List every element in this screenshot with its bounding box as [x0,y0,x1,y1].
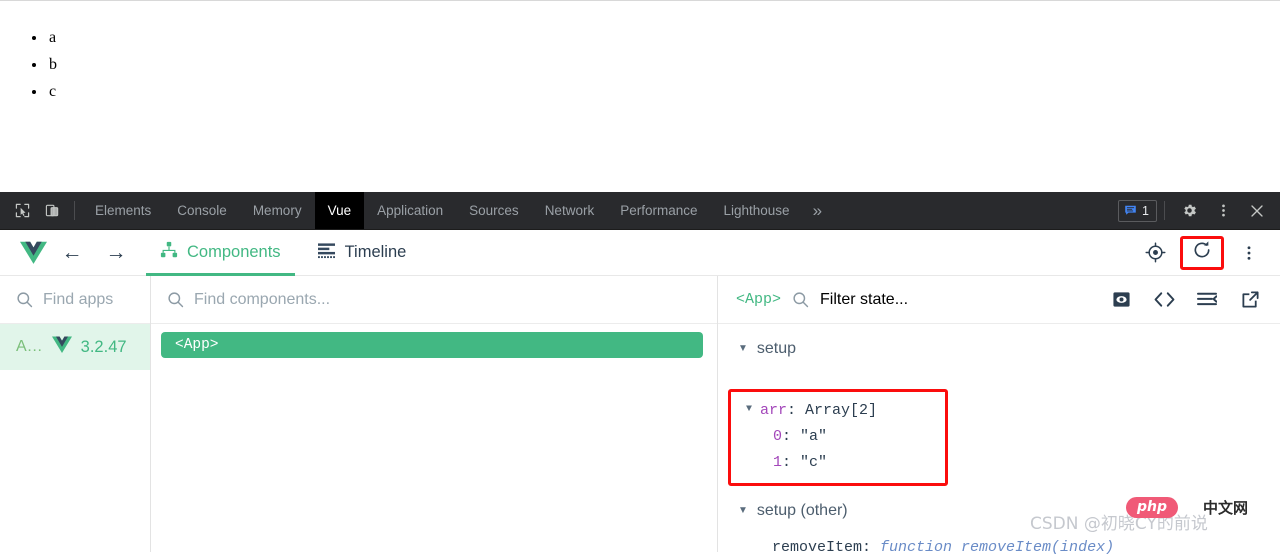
refresh-button-highlight[interactable] [1180,235,1224,270]
state-row-separator: : [862,538,881,556]
external-link-icon[interactable] [1234,284,1266,316]
timeline-icon [317,242,336,264]
vue-devtools-header: ← → Components Timeline [0,230,1280,276]
state-group-setup-other-wrap: ▼ setup (other) removeItem : function re… [718,496,1280,560]
code-brackets-icon[interactable] [1148,284,1180,316]
chevron-down-icon: ▼ [746,404,753,415]
state-row-value: Array[2] [805,401,878,419]
state-group-setup[interactable]: ▼ setup [718,334,1280,364]
devtools-tab-memory[interactable]: Memory [240,192,315,229]
state-row[interactable]: 0 : "a" [746,423,1280,449]
search-icon [16,291,33,308]
devtools-tab-lighthouse[interactable]: Lighthouse [711,192,803,229]
state-row-value: "a" [800,427,828,445]
crosshair-target-icon[interactable] [1136,234,1174,272]
back-arrow-icon[interactable]: ← [50,241,94,265]
state-row-key: arr [760,401,788,419]
state-group-setup-other-label: setup (other) [756,502,848,519]
devtools-tab-console[interactable]: Console [164,192,240,229]
devtools-tab-vue[interactable]: Vue [314,192,365,229]
page-viewport: a b c [0,0,1280,192]
component-tree-node-app[interactable]: <App> [161,332,703,358]
apps-pane: Find apps A… 3.2.47 [0,276,151,552]
tab-timeline[interactable]: Timeline [303,230,421,276]
close-icon[interactable] [1240,192,1274,229]
devtools-tab-sources[interactable]: Sources [456,192,532,229]
devtools-tab-application[interactable]: Application [364,192,456,229]
devtools-tab-elements[interactable]: Elements [82,192,164,229]
list-item: a [47,24,1280,51]
devtools-tab-network[interactable]: Network [532,192,608,229]
forward-arrow-icon[interactable]: → [94,241,138,265]
search-icon [792,291,809,308]
devtools-toolbar: Elements Console Memory Vue Application … [0,192,1280,230]
component-tree-icon [160,241,178,264]
refresh-icon[interactable] [1192,240,1212,265]
state-group-setup-other[interactable]: ▼ setup (other) [718,496,1280,526]
device-toolbar-icon[interactable] [37,192,67,229]
devtools-main-panes: Find apps A… 3.2.47 Find components... <… [0,276,1280,556]
state-group-setup-rows: ▼ arr : Array[2] 0 : "a" 1 : "c" [718,364,1280,475]
list-item: b [47,51,1280,78]
state-row-value: "c" [800,453,828,471]
components-pane: Find components... <App> [151,276,718,552]
list-item: c [47,78,1280,105]
state-component-name: <App> [736,291,782,308]
state-row-separator: : [782,453,801,471]
state-pane-header: <App> Filter state... [718,276,1280,324]
vue-logo-icon[interactable] [16,241,50,264]
state-row-key: 0 [773,427,783,445]
inspect-element-icon[interactable] [7,192,37,229]
tab-components-label: Components [187,243,281,261]
more-options-icon[interactable] [1206,192,1240,229]
state-row[interactable]: ▼ arr : Array[2] [746,397,1280,423]
app-list-item[interactable]: A… 3.2.47 [0,324,150,370]
state-row[interactable]: removeItem : function removeItem(index) [718,534,1280,560]
gear-icon[interactable] [1172,192,1206,229]
search-icon [167,291,184,308]
tab-components[interactable]: Components [146,230,295,276]
vue-logo-icon [51,336,72,358]
tab-timeline-label: Timeline [344,243,407,261]
app-name: A… [16,338,43,355]
state-tree: ▼ setup ▼ arr : Array[2] 0 : "a" 1: "c"… [718,324,1280,560]
state-row-key: removeItem [772,538,863,556]
state-row-key: 1 [773,453,783,471]
state-pane: <App> Filter state... ▼ setup ▼ arr: Ar… [718,276,1280,556]
more-options-icon[interactable] [1230,234,1268,272]
toolbar-divider [74,201,75,220]
component-tree: <App> [151,324,717,358]
message-count: 1 [1142,203,1149,218]
toolbar-divider-right [1164,201,1165,220]
state-group-setup-label: setup [756,340,797,357]
find-apps-placeholder: Find apps [43,290,114,308]
state-row[interactable]: 1 : "c" [746,449,1280,475]
devtools-tab-performance[interactable]: Performance [607,192,710,229]
chevron-down-icon: ▼ [738,505,748,516]
devtools-tabs-overflow-icon[interactable]: » [803,192,832,229]
eye-icon[interactable] [1105,284,1137,316]
message-count-badge[interactable]: 1 [1118,199,1157,222]
state-row-separator: : [787,401,806,419]
page-bullet-list: a b c [47,24,1280,105]
filter-state-placeholder: Filter state... [820,290,909,308]
find-apps-search[interactable]: Find apps [0,276,150,324]
state-row-separator: : [782,427,801,445]
find-components-search[interactable]: Find components... [151,276,717,324]
message-icon [1124,204,1137,217]
state-row-value: function removeItem(index) [880,538,1115,556]
find-components-placeholder: Find components... [194,290,331,308]
app-version: 3.2.47 [80,337,127,356]
collapse-list-icon[interactable] [1191,284,1223,316]
chevron-down-icon: ▼ [738,343,748,354]
